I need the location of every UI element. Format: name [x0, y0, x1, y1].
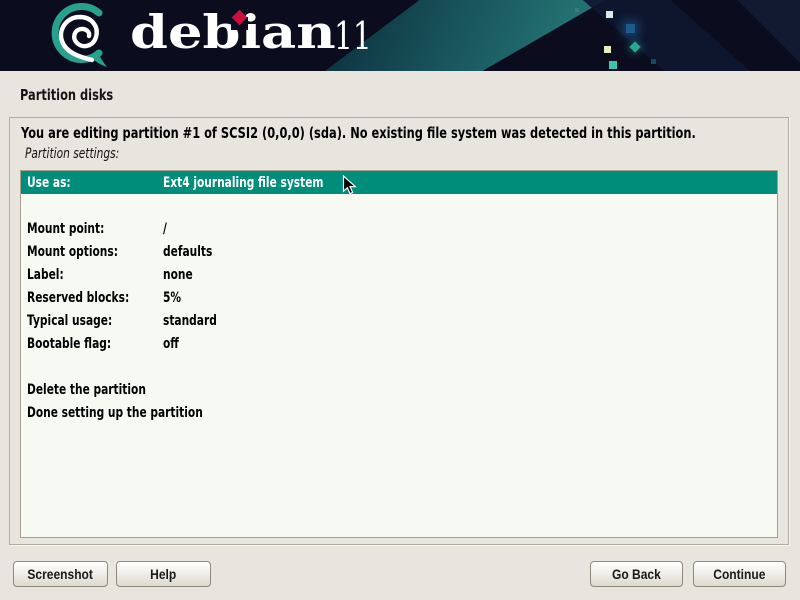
list-row[interactable]: Typical usage: standard [21, 309, 777, 332]
content-frame: You are editing partition #1 of SCSI2 (0… [9, 117, 789, 545]
list-row[interactable]: Use as: Ext4 journaling file system [21, 171, 777, 194]
list-row-blank [21, 355, 777, 378]
list-row-label: Done setting up the partition [27, 405, 203, 421]
banner-decoration [325, 0, 640, 71]
list-row[interactable]: Mount point: / [21, 217, 777, 240]
list-row-blank [21, 194, 777, 217]
banner-square [604, 46, 611, 53]
banner: debian 11 [0, 0, 800, 71]
list-row-label: Reserved blocks: [27, 290, 129, 306]
partition-settings-label: Partition settings: [25, 146, 149, 162]
banner-square [575, 8, 579, 12]
banner-square [455, 4, 460, 9]
list-row[interactable]: Bootable flag: off [21, 332, 777, 355]
mouse-cursor-icon [342, 175, 360, 197]
list-row[interactable]: Label: none [21, 263, 777, 286]
list-row-value: 5% [163, 290, 181, 306]
banner-square [651, 59, 656, 64]
version-text: 11 [334, 17, 372, 55]
list-row[interactable]: Reserved blocks: 5% [21, 286, 777, 309]
list-row-value: Ext4 journaling file system [163, 175, 324, 191]
list-row-label: Delete the partition [27, 382, 146, 398]
list-row-value: off [163, 336, 179, 352]
installer-window: debian 11 Partition disks You are editin… [0, 0, 800, 600]
debian-swirl-icon [36, 3, 120, 69]
list-row-value: defaults [163, 244, 212, 260]
list-row[interactable]: Done setting up the partition [21, 401, 777, 424]
partition-list[interactable]: Use as: Ext4 journaling file system Mount … [20, 170, 778, 538]
list-row-label: Mount point: [27, 221, 104, 237]
list-row-value: / [163, 221, 167, 237]
list-row-value: standard [163, 313, 217, 329]
page-title: Partition disks [20, 86, 143, 104]
list-row-label: Mount options: [27, 244, 118, 260]
help-button[interactable]: Help [116, 561, 211, 587]
banner-square [626, 24, 635, 33]
list-row[interactable]: Mount options: defaults [21, 240, 777, 263]
list-row-label: Bootable flag: [27, 336, 111, 352]
list-row-label: Typical usage: [27, 313, 112, 329]
go-back-button[interactable]: Go Back [590, 561, 683, 587]
list-row-label: Use as: [27, 175, 71, 191]
banner-square [606, 11, 613, 18]
banner-square [609, 61, 617, 69]
list-row[interactable]: Delete the partition [21, 378, 777, 401]
screenshot-button[interactable]: Screenshot [13, 561, 108, 587]
list-row-value: none [163, 267, 193, 283]
continue-button[interactable]: Continue [693, 561, 786, 587]
list-row-label: Label: [27, 267, 64, 283]
question-text: You are editing partition #1 of SCSI2 (0… [21, 124, 800, 142]
